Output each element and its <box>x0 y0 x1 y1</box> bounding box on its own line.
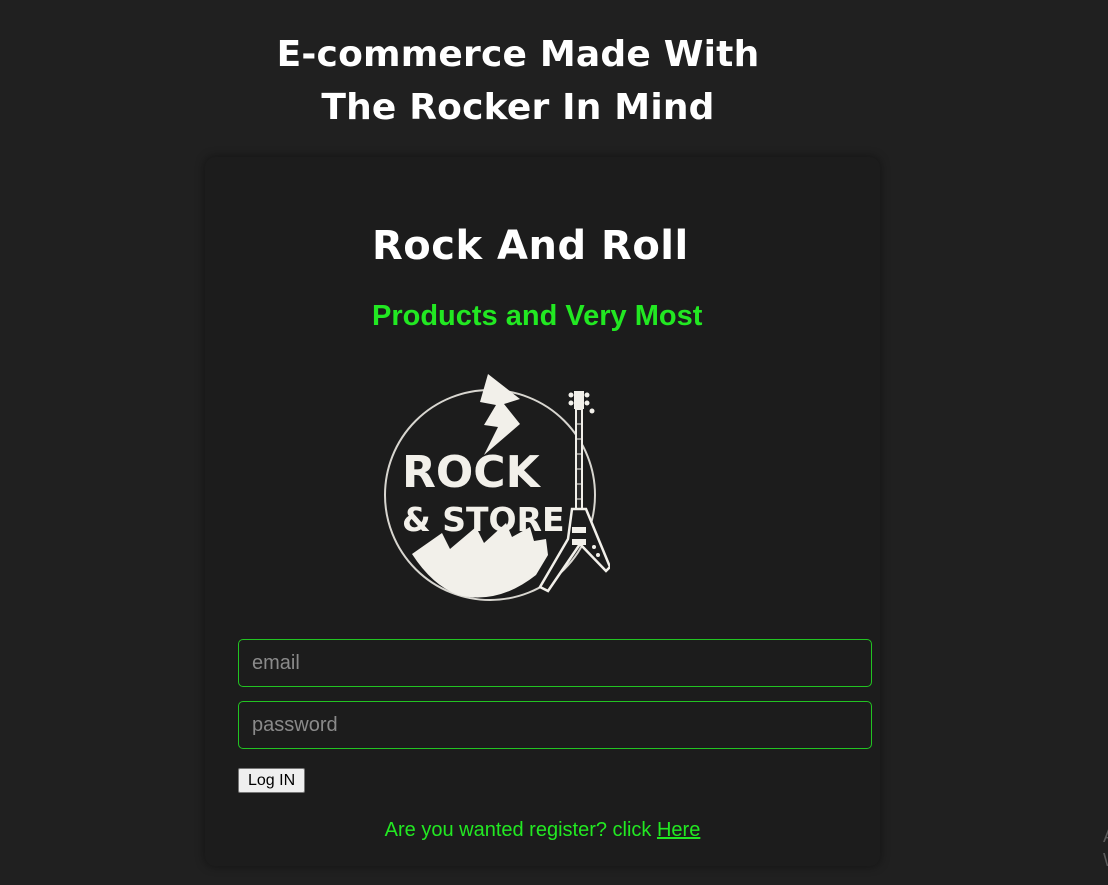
logo-text-store: & STORE <box>402 500 565 539</box>
register-prompt-text: Are you wanted register? click <box>384 819 657 841</box>
rock-store-logo: ROCK & STORE <box>384 374 610 601</box>
brand-title: Rock And Roll <box>372 223 689 269</box>
register-link[interactable]: Here <box>657 819 700 841</box>
email-input[interactable] <box>238 639 872 687</box>
login-card: Rock And Roll Products and Very Most ROC… <box>205 157 880 866</box>
register-prompt: Are you wanted register? click Here <box>205 818 880 842</box>
password-input[interactable] <box>238 701 872 749</box>
brand-subtitle: Products and Very Most <box>372 300 703 332</box>
guitar-icon <box>538 391 610 593</box>
page-title: E-commerce Made With The Rocker In Mind <box>276 34 760 128</box>
lightning-bolt-icon <box>480 374 520 455</box>
logo-text-rock: ROCK <box>402 447 542 498</box>
login-button[interactable]: Log IN <box>238 768 306 793</box>
edge-text-fragment: A W <box>1103 824 1108 872</box>
